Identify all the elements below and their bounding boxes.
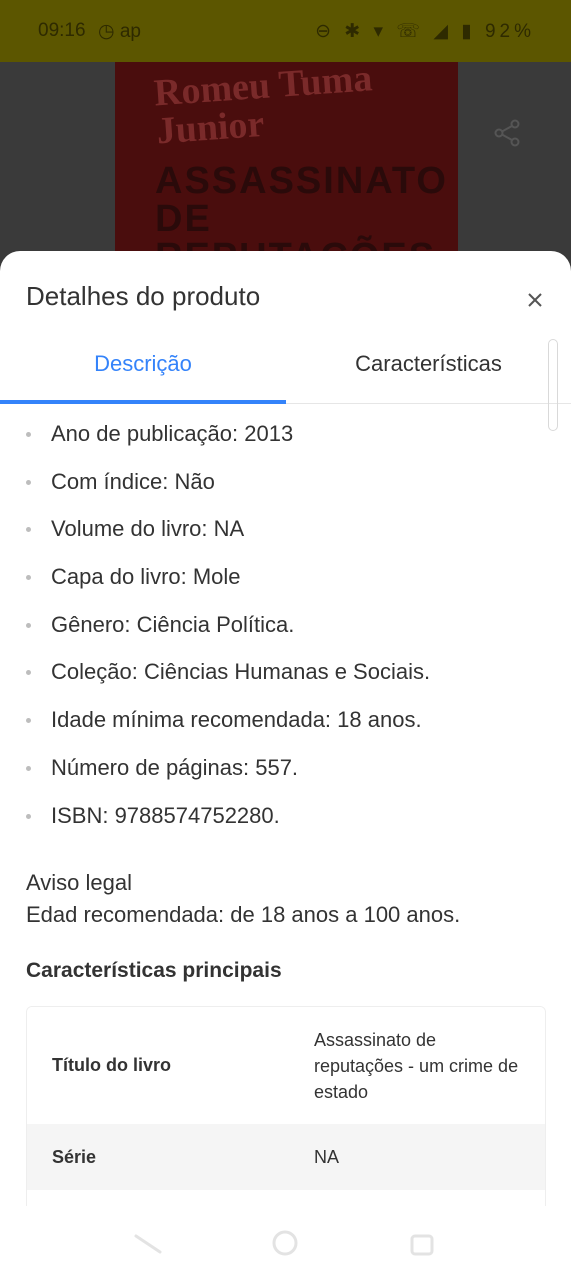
bullet-icon (26, 622, 31, 628)
bullet-icon (26, 765, 31, 771)
spec-text: Gênero: Ciência Política. (51, 611, 295, 637)
spec-text: Número de páginas: 557. (51, 754, 299, 780)
spec-list: Ano de publicação: 2013 Com índice: Não … (0, 419, 571, 848)
battery-percentage: 92% (484, 21, 535, 42)
legal-text: Edad recomendada: de 18 anos a 100 anos. (26, 902, 461, 927)
spec-text: Capa do livro: Mole (51, 564, 241, 590)
feature-value: Assassinato de reputações - um crime de … (313, 1007, 545, 1124)
sheet-title: Detalhes do produto (26, 281, 261, 311)
features-heading: Características principais (26, 959, 282, 982)
bullet-icon (26, 527, 31, 533)
list-item: Gênero: Ciência Política. (0, 610, 571, 658)
navigation-bar (0, 1206, 571, 1280)
bullet-icon (26, 575, 31, 581)
feature-key (27, 1190, 313, 1206)
close-icon[interactable] (518, 283, 552, 317)
legal-notice: Aviso legal Edad recomendada: de 18 anos… (26, 867, 460, 931)
legal-title: Aviso legal (26, 870, 132, 895)
list-item: Com índice: Não (0, 467, 571, 515)
product-details-sheet: Detalhes do produto Descrição Caracterís… (0, 251, 571, 1206)
list-item: Idade mínima recomendada: 18 anos. (0, 705, 571, 753)
feature-key: Série (27, 1124, 313, 1190)
spec-text: Com índice: Não (51, 468, 215, 494)
feature-value (313, 1190, 545, 1206)
feature-value: NA (313, 1124, 545, 1190)
scrollbar[interactable] (548, 339, 558, 431)
list-item: Número de páginas: 557. (0, 753, 571, 801)
spec-text: Volume do livro: NA (51, 516, 245, 542)
table-row (27, 1190, 545, 1206)
list-item: Volume do livro: NA (0, 514, 571, 562)
nav-back-icon[interactable] (134, 1234, 162, 1254)
bullet-icon (26, 718, 31, 724)
book-cover-image: Romeu Tuma Junior ASSASSINATO DE REPUTAÇ… (115, 62, 458, 262)
list-item: Ano de publicação: 2013 (0, 419, 571, 467)
status-left-icons: ◷ ap (98, 21, 141, 42)
status-time: 09:16 (38, 20, 86, 41)
table-row: Série NA (27, 1124, 545, 1190)
status-bar: 09:16 ◷ ap ⊖ ✱ ▾ ☏ ◢ ▮ 92% (0, 0, 571, 62)
bullet-icon (26, 479, 31, 485)
cover-author: Romeu Tuma Junior (152, 62, 374, 153)
bullet-icon (26, 813, 31, 819)
list-item: ISBN: 9788574752280. (0, 801, 571, 849)
tab-caracteristicas[interactable]: Características (286, 333, 571, 403)
spec-text: Ano de publicação: 2013 (51, 421, 294, 446)
bullet-icon (26, 432, 31, 437)
spec-text: Coleção: Ciências Humanas e Sociais. (51, 659, 431, 685)
features-table: Título do livro Assassinato de reputaçõe… (26, 1006, 546, 1206)
feature-key: Título do livro (27, 1007, 313, 1124)
spec-text: Idade mínima recomendada: 18 anos. (51, 707, 422, 733)
cover-title: ASSASSINATO DE REPUTAÇÕES (155, 160, 448, 262)
nav-recent-icon[interactable] (410, 1234, 434, 1256)
list-item: Coleção: Ciências Humanas e Sociais. (0, 657, 571, 705)
list-item: Capa do livro: Mole (0, 562, 571, 610)
tab-descricao[interactable]: Descrição (0, 333, 286, 404)
share-icon[interactable] (492, 118, 522, 148)
tab-bar: Descrição Características (0, 333, 571, 404)
bullet-icon (26, 670, 31, 676)
status-right-icons: ⊖ ✱ ▾ ☏ ◢ ▮ 92% (315, 20, 535, 43)
background-app: 09:16 ◷ ap ⊖ ✱ ▾ ☏ ◢ ▮ 92% Romeu Tuma Ju… (0, 0, 571, 270)
spec-text: ISBN: 9788574752280. (51, 802, 280, 828)
status-system-icons: ⊖ ✱ ▾ ☏ ◢ ▮ (315, 21, 476, 42)
table-row: Título do livro Assassinato de reputaçõe… (27, 1007, 545, 1124)
nav-home-icon[interactable] (272, 1230, 298, 1256)
